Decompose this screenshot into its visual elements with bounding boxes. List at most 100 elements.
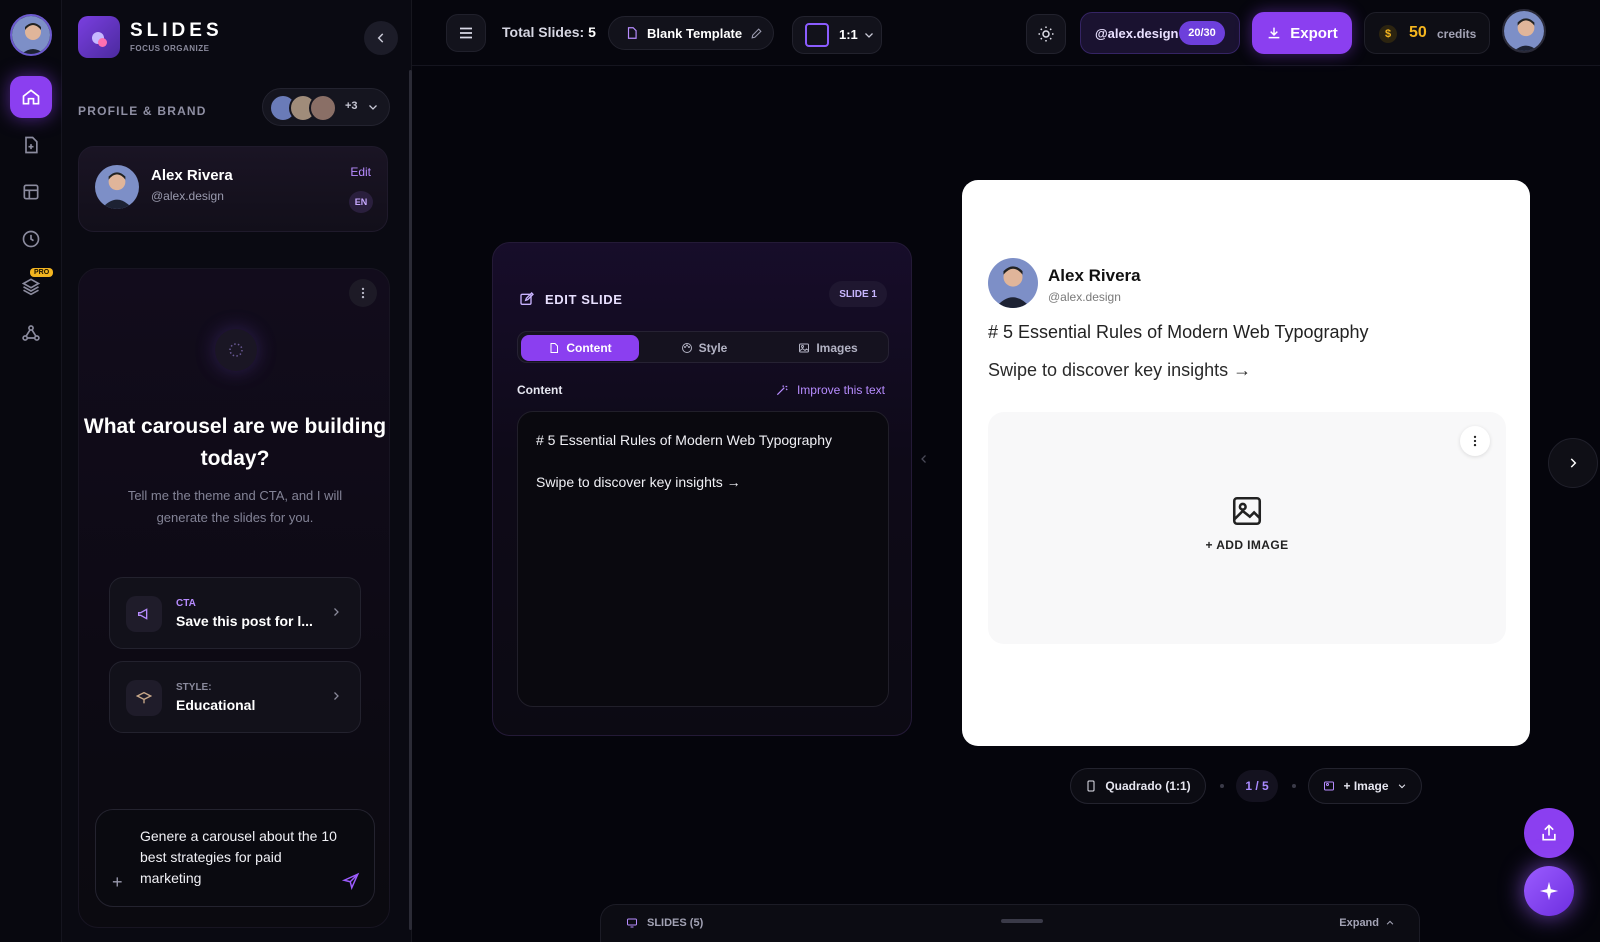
- chat-subtitle: Tell me the theme and CTA, and I will ge…: [127, 488, 343, 525]
- document-icon: [627, 27, 637, 39]
- history-nav-button[interactable]: [10, 218, 52, 260]
- slide-content-editor[interactable]: # 5 Essential Rules of Modern Web Typogr…: [517, 411, 889, 707]
- cta-label: CTA: [176, 598, 196, 609]
- chevron-right-icon: [330, 606, 342, 618]
- user-avatar[interactable]: [1502, 9, 1546, 53]
- new-document-nav-button[interactable]: [10, 124, 52, 166]
- integrations-nav-button[interactable]: [10, 312, 52, 354]
- tab-images[interactable]: Images: [769, 335, 887, 361]
- aspect-ratio-value: 1:1: [839, 27, 858, 42]
- aspect-ratio-selector[interactable]: 1:1: [792, 16, 882, 54]
- sparkle-icon: [1539, 881, 1559, 901]
- palette-icon: [681, 343, 692, 353]
- image-icon: [1232, 496, 1262, 526]
- home-nav-button[interactable]: [10, 76, 52, 118]
- edit-slide-title: EDIT SLIDE: [519, 291, 623, 307]
- style-value: Educational: [176, 697, 256, 713]
- chat-menu-button[interactable]: [349, 279, 377, 307]
- pencil-icon: [751, 27, 762, 39]
- slides-drawer-label: SLIDES (5): [625, 917, 703, 929]
- format-selector[interactable]: Quadrado (1:1): [1070, 768, 1206, 804]
- preview-avatar: [988, 258, 1038, 308]
- separator-dot: [1292, 784, 1296, 788]
- composer-input[interactable]: Genere a carousel about the 10 best stra…: [140, 826, 340, 889]
- template-selector[interactable]: Blank Template: [608, 16, 774, 50]
- magic-wand-icon: [776, 385, 788, 396]
- format-label: Quadrado (1:1): [1105, 779, 1191, 793]
- chevron-up-icon: [1386, 920, 1394, 925]
- export-label: Export: [1290, 24, 1338, 42]
- kebab-icon: [1473, 435, 1477, 447]
- next-slide-button[interactable]: [1548, 438, 1598, 488]
- layout-icon: [23, 184, 39, 200]
- edit-profile-link[interactable]: Edit: [350, 165, 371, 179]
- cta-value: Save this post for l...: [176, 613, 313, 629]
- edit-slide-card: EDIT SLIDE SLIDE 1 Content Style Images …: [492, 242, 912, 736]
- side-panel: SLIDES FOCUS ORGANIZE PROFILE & BRAND +3…: [62, 0, 412, 942]
- ai-assistant-button[interactable]: [1524, 866, 1574, 916]
- image-menu-button[interactable]: [1460, 426, 1490, 456]
- collapse-panel-button[interactable]: [364, 21, 398, 55]
- add-image-dropdown[interactable]: + Image: [1308, 768, 1422, 804]
- tab-content[interactable]: Content: [521, 335, 639, 361]
- cta-option[interactable]: CTA Save this post for l...: [109, 577, 361, 649]
- profile-avatar: [309, 94, 337, 122]
- menu-button[interactable]: [446, 14, 486, 52]
- plus-icon[interactable]: +: [112, 872, 123, 893]
- tab-style[interactable]: Style: [645, 335, 763, 361]
- document-icon: [550, 343, 559, 353]
- edit-slide-title-text: EDIT SLIDE: [545, 291, 623, 307]
- panel-scrollbar[interactable]: [409, 70, 412, 930]
- app-logo: [78, 16, 120, 58]
- profile-switcher[interactable]: +3: [262, 88, 390, 126]
- chat-composer[interactable]: Genere a carousel about the 10 best stra…: [95, 809, 375, 907]
- chat-card: What carousel are we building today? Tel…: [78, 268, 390, 928]
- pro-badge: PRO: [30, 268, 54, 277]
- drawer-grip-handle[interactable]: [1001, 919, 1043, 923]
- export-button[interactable]: Export: [1252, 12, 1352, 54]
- usage-count-badge: 20/30: [1179, 21, 1225, 45]
- phone-icon: [1087, 780, 1095, 792]
- top-bar: Total Slides: 5 Blank Template 1:1 @alex…: [412, 0, 1600, 66]
- image-icon: [1324, 781, 1335, 791]
- edit-icon: [520, 292, 534, 305]
- page-indicator: 1 / 5: [1236, 770, 1278, 802]
- content-line: Swipe to discover key insights →: [536, 474, 741, 490]
- style-option[interactable]: STYLE: Educational: [109, 661, 361, 733]
- expand-drawer-button[interactable]: Expand: [1339, 917, 1395, 929]
- chevron-right-icon: [330, 690, 342, 702]
- preview-heading: # 5 Essential Rules of Modern Web Typogr…: [988, 322, 1369, 342]
- slides-drawer[interactable]: SLIDES (5) Expand: [600, 904, 1420, 942]
- image-placeholder[interactable]: + ADD IMAGE: [988, 412, 1506, 644]
- preview-handle: @alex.design: [1048, 290, 1121, 304]
- chevron-left-icon[interactable]: [918, 452, 930, 466]
- templates-nav-button[interactable]: [10, 171, 52, 213]
- left-rail: PRO: [0, 0, 62, 942]
- profile-name: Alex Rivera: [151, 167, 233, 184]
- monitor-icon: [627, 918, 637, 928]
- total-slides-value: 5: [588, 24, 596, 40]
- hamburger-icon: [460, 27, 472, 39]
- total-slides: Total Slides: 5: [502, 24, 596, 40]
- credits-label: credits: [1437, 27, 1477, 41]
- share-button[interactable]: [1524, 808, 1574, 858]
- section-label: PROFILE & BRAND: [78, 104, 207, 118]
- share-icon: [1542, 824, 1556, 841]
- clock-icon: [22, 230, 40, 248]
- account-handle-pill[interactable]: @alex.design 20/30: [1080, 12, 1240, 54]
- chevron-left-icon: [377, 33, 384, 43]
- credits-display[interactable]: $ 50 credits: [1364, 12, 1490, 54]
- chat-title: What carousel are we building today?: [83, 415, 387, 470]
- chevron-right-icon: [1570, 458, 1577, 468]
- separator-dot: [1220, 784, 1224, 788]
- language-badge[interactable]: EN: [349, 191, 373, 213]
- template-name: Blank Template: [647, 25, 743, 41]
- theme-toggle-button[interactable]: [1026, 14, 1066, 54]
- add-image-button[interactable]: + ADD IMAGE: [988, 494, 1506, 552]
- send-icon[interactable]: [342, 872, 360, 890]
- slide-number-badge: SLIDE 1: [829, 281, 887, 307]
- user-avatar[interactable]: [10, 14, 52, 56]
- style-label: STYLE:: [176, 682, 212, 693]
- kebab-icon: [361, 287, 365, 299]
- improve-text-button[interactable]: Improve this text: [775, 383, 885, 397]
